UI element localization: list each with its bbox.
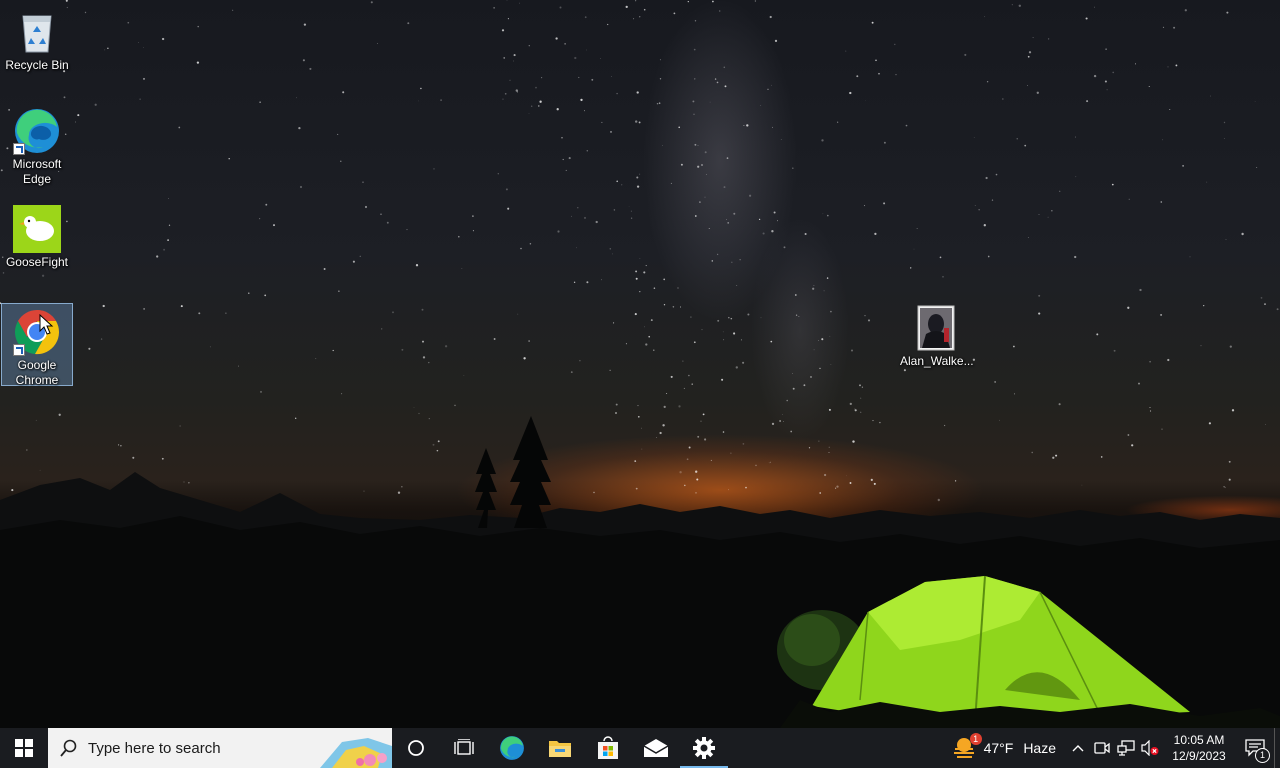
recycle-bin-icon [13, 8, 61, 56]
edge-icon [13, 107, 61, 155]
chevron-up-icon [1072, 745, 1084, 752]
taskbar-clock[interactable]: 10:05 AM 12/9/2023 [1162, 732, 1236, 764]
action-center-button[interactable]: 1 [1236, 728, 1274, 768]
desktop-icon-recycle-bin[interactable]: Recycle Bin [1, 4, 73, 73]
show-hidden-icons-button[interactable] [1066, 728, 1090, 768]
desktop-icon-label: Google Chrome [15, 358, 59, 387]
clock-date: 12/9/2023 [1172, 749, 1226, 763]
weather-widget[interactable]: 1 47°F Haze [952, 733, 1056, 760]
taskbar-edge-button[interactable] [488, 728, 536, 768]
show-desktop-button[interactable] [1274, 728, 1280, 768]
system-tray: 1 47°F Haze 10:05 AM 12/9/2023 1 [952, 728, 1280, 768]
desktop-icon-microsoft-edge[interactable]: Microsoft Edge [1, 103, 73, 187]
search-icon [60, 739, 77, 757]
task-view-button[interactable] [440, 728, 488, 768]
taskbar-search-box[interactable]: Type here to search [48, 728, 392, 768]
notification-count-badge: 1 [1255, 748, 1270, 763]
desktop-wallpaper: Recycle Bin Microsoft Edge GooseFight Go… [0, 0, 1280, 728]
volume-muted-icon [1141, 740, 1159, 756]
weather-condition: Haze [1023, 740, 1056, 756]
search-placeholder: Type here to search [88, 739, 221, 757]
taskbar-mail-button[interactable] [632, 728, 680, 768]
file-explorer-icon [549, 741, 571, 757]
desktop-icon-alan-walker-file[interactable]: Alan_Walke... [900, 300, 974, 369]
start-button[interactable] [0, 728, 48, 768]
tray-network-button[interactable] [1114, 728, 1138, 768]
search-highlight-illustration [320, 738, 392, 768]
taskbar-settings-button[interactable] [680, 728, 728, 768]
microsoft-store-icon [598, 736, 618, 759]
network-icon [1117, 740, 1135, 756]
image-file-icon [912, 304, 960, 352]
clock-time: 10:05 AM [1173, 733, 1225, 747]
tray-volume-button[interactable] [1138, 728, 1162, 768]
goose-icon [13, 205, 61, 253]
settings-icon [693, 737, 715, 759]
shortcut-arrow-icon [13, 143, 25, 155]
tray-meet-now-button[interactable] [1090, 728, 1114, 768]
weather-alert-badge: 1 [969, 733, 982, 745]
desktop-icon-google-chrome[interactable]: Google Chrome [1, 303, 73, 387]
cortana-button[interactable] [392, 728, 440, 768]
cortana-icon [408, 740, 424, 756]
desktop-icon-label: Recycle Bin [5, 58, 69, 72]
task-view-icon [454, 739, 474, 755]
mail-icon [643, 739, 669, 757]
weather-temperature: 47°F [983, 740, 1014, 756]
chrome-icon [13, 308, 61, 356]
landscape-silhouette [0, 416, 1280, 728]
desktop-icon-label: Microsoft Edge [12, 157, 62, 186]
haze-weather-icon: 1 [952, 733, 982, 760]
taskbar-microsoft-store-button[interactable] [584, 728, 632, 768]
mouse-cursor-icon [39, 314, 54, 335]
meet-now-icon [1094, 742, 1110, 754]
taskbar-file-explorer-button[interactable] [536, 728, 584, 768]
desktop-icon-label: GooseFight [5, 255, 69, 269]
desktop-icon-label: Alan_Walke... [900, 354, 974, 368]
taskbar: Type here to search 1 47°F Haze 10:05 AM… [0, 728, 1280, 768]
edge-icon [500, 736, 524, 760]
shortcut-arrow-icon [13, 344, 25, 356]
desktop-icon-goosefight[interactable]: GooseFight [1, 201, 73, 270]
windows-logo-icon [15, 739, 33, 757]
